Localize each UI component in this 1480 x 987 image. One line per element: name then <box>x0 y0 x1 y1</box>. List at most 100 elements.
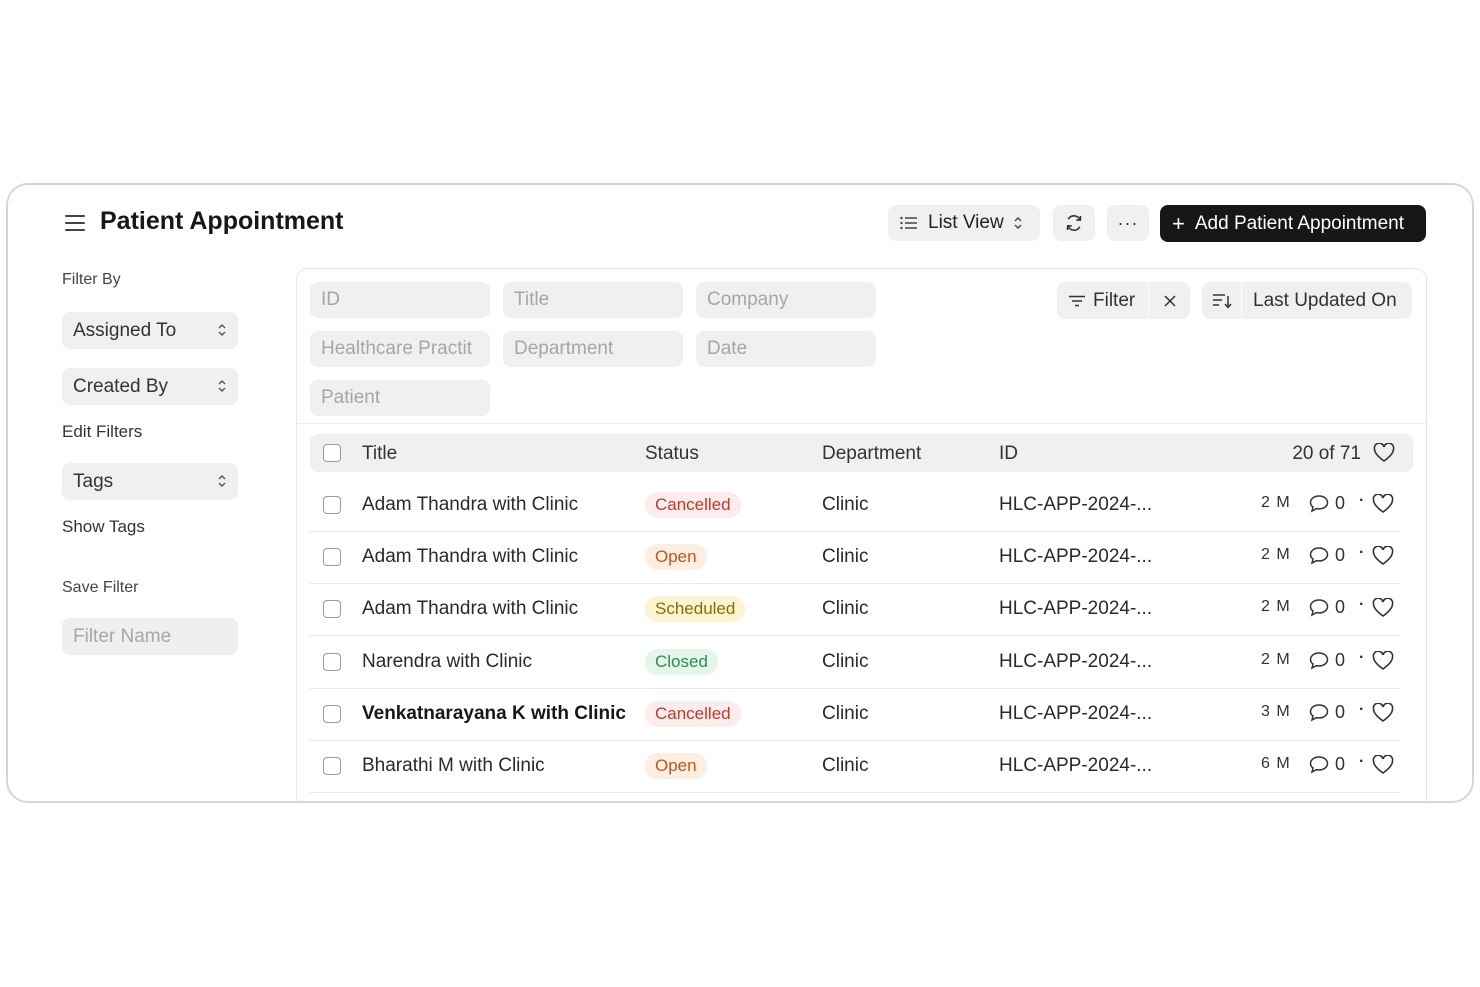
updown-icon <box>218 380 226 392</box>
patient-filter-input[interactable] <box>310 380 490 416</box>
created-by-label: Created By <box>73 375 169 397</box>
list-icon <box>900 216 917 230</box>
comment-icon <box>1309 704 1329 722</box>
comment-count[interactable]: 0 <box>1309 650 1345 671</box>
separator-dot: · <box>1359 648 1365 666</box>
department-filter-input[interactable] <box>503 331 683 367</box>
save-filter-label: Save Filter <box>62 579 139 596</box>
plus-icon: + <box>1172 210 1185 236</box>
column-status[interactable]: Status <box>645 443 699 465</box>
row-id: HLC-APP-2024-... <box>999 598 1153 620</box>
list-view-button[interactable]: List View <box>888 205 1040 241</box>
filter-button[interactable]: Filter <box>1057 282 1148 319</box>
status-badge: Open <box>645 753 707 779</box>
sort-icon <box>1212 293 1232 309</box>
row-title[interactable]: Bharathi M with Clinic <box>362 755 545 777</box>
comment-count[interactable]: 0 <box>1309 597 1345 618</box>
row-department: Clinic <box>822 598 869 620</box>
refresh-button[interactable] <box>1053 205 1095 241</box>
heart-icon[interactable] <box>1372 494 1394 514</box>
company-filter-input[interactable] <box>696 282 876 318</box>
comment-count[interactable]: 0 <box>1309 754 1345 775</box>
date-filter-input[interactable] <box>696 331 876 367</box>
status-badge: Cancelled <box>645 492 741 518</box>
comment-count-value: 0 <box>1335 493 1346 513</box>
show-tags-link[interactable]: Show Tags <box>62 517 145 537</box>
row-modified: 2 M <box>1261 598 1291 616</box>
list-panel: Filter Last Updated On <box>296 268 1427 801</box>
add-button-label: Add Patient Appointment <box>1194 212 1405 234</box>
filter-by-label: Filter By <box>62 271 121 288</box>
row-checkbox[interactable] <box>323 548 341 567</box>
updown-icon <box>218 475 226 487</box>
row-title[interactable]: Adam Thandra with Clinic <box>362 598 578 620</box>
result-count: 20 of 71 <box>1292 443 1361 464</box>
row-modified: 2 M <box>1261 494 1291 511</box>
row-id: HLC-APP-2024-... <box>999 650 1153 672</box>
status-badge: Cancelled <box>645 700 741 727</box>
row-modified: 2 M <box>1261 650 1291 668</box>
comment-count[interactable]: 0 <box>1309 493 1345 514</box>
status-badge: Open <box>645 544 707 571</box>
row-checkbox[interactable] <box>323 704 341 723</box>
table-row[interactable]: Narendra with Clinic Closed Clinic HLC-APP-… <box>310 637 1400 689</box>
comment-icon <box>1309 651 1329 670</box>
row-id: HLC-APP-2024-... <box>999 702 1153 724</box>
heart-icon[interactable] <box>1372 546 1394 566</box>
practitioner-filter-input[interactable] <box>310 331 490 367</box>
filter-name-input[interactable] <box>62 618 238 655</box>
more-icon: ··· <box>1117 212 1139 233</box>
add-patient-appointment-button[interactable]: + Add Patient Appointment <box>1160 205 1426 242</box>
row-id: HLC-APP-2024-... <box>999 755 1153 776</box>
sort-direction-button[interactable] <box>1202 282 1242 319</box>
row-title[interactable]: Adam Thandra with Clinic <box>362 546 578 568</box>
row-title[interactable]: Narendra with Clinic <box>362 651 532 673</box>
separator-dot: · <box>1359 492 1365 509</box>
status-badge: Scheduled <box>645 596 746 623</box>
table-row[interactable]: Bharathi M with Clinic Open Clinic HLC-APP-… <box>310 741 1400 793</box>
app-window: Patient Appointment List View ··· + Add … <box>6 183 1474 803</box>
comment-icon <box>1309 547 1329 565</box>
table-row[interactable]: Venkatnarayana K with Clinic Cancelled Cli… <box>310 689 1400 741</box>
more-button[interactable]: ··· <box>1107 205 1149 241</box>
clear-filter-button[interactable] <box>1148 282 1190 319</box>
heart-icon[interactable] <box>1372 598 1394 618</box>
filter-label: Filter <box>1093 289 1136 311</box>
refresh-icon <box>1066 215 1082 231</box>
separator-dot: · <box>1359 544 1365 562</box>
column-title[interactable]: Title <box>362 443 397 465</box>
sort-by-button[interactable]: Last Updated On <box>1242 290 1397 312</box>
separator-dot: · <box>1359 753 1365 770</box>
column-id[interactable]: ID <box>999 443 1018 465</box>
heart-icon[interactable] <box>1372 650 1394 671</box>
heart-icon[interactable] <box>1372 702 1394 723</box>
table-row[interactable]: Adam Thandra with Clinic Cancelled Clinic H… <box>310 480 1400 532</box>
row-department: Clinic <box>822 494 869 515</box>
select-all-checkbox[interactable] <box>323 444 341 462</box>
divider <box>297 423 1426 424</box>
assigned-to-label: Assigned To <box>73 319 177 341</box>
comment-count[interactable]: 0 <box>1309 702 1345 723</box>
filter-group: Filter <box>1057 282 1190 319</box>
row-title[interactable]: Adam Thandra with Clinic <box>362 494 578 516</box>
row-checkbox[interactable] <box>323 757 341 775</box>
id-filter-input[interactable] <box>310 282 490 318</box>
title-filter-input[interactable] <box>503 282 683 318</box>
row-checkbox[interactable] <box>323 496 341 514</box>
tags-select[interactable]: Tags <box>62 463 238 500</box>
row-checkbox[interactable] <box>323 600 341 619</box>
column-department[interactable]: Department <box>822 443 921 465</box>
heart-icon[interactable] <box>1373 443 1395 463</box>
comment-count-value: 0 <box>1335 545 1346 566</box>
created-by-select[interactable]: Created By <box>62 368 238 405</box>
assigned-to-select[interactable]: Assigned To <box>62 312 238 349</box>
comment-count[interactable]: 0 <box>1309 545 1345 566</box>
edit-filters-link[interactable]: Edit Filters <box>62 422 142 442</box>
menu-icon[interactable] <box>65 215 85 231</box>
table-row[interactable]: Adam Thandra with Clinic Open Clinic HLC-AP… <box>310 532 1400 585</box>
row-title[interactable]: Venkatnarayana K with Clinic <box>362 703 626 725</box>
row-checkbox[interactable] <box>323 652 341 671</box>
heart-icon[interactable] <box>1372 755 1394 775</box>
row-department: Clinic <box>822 702 869 724</box>
table-row[interactable]: Adam Thandra with Clinic Scheduled Clinic H… <box>310 584 1400 637</box>
